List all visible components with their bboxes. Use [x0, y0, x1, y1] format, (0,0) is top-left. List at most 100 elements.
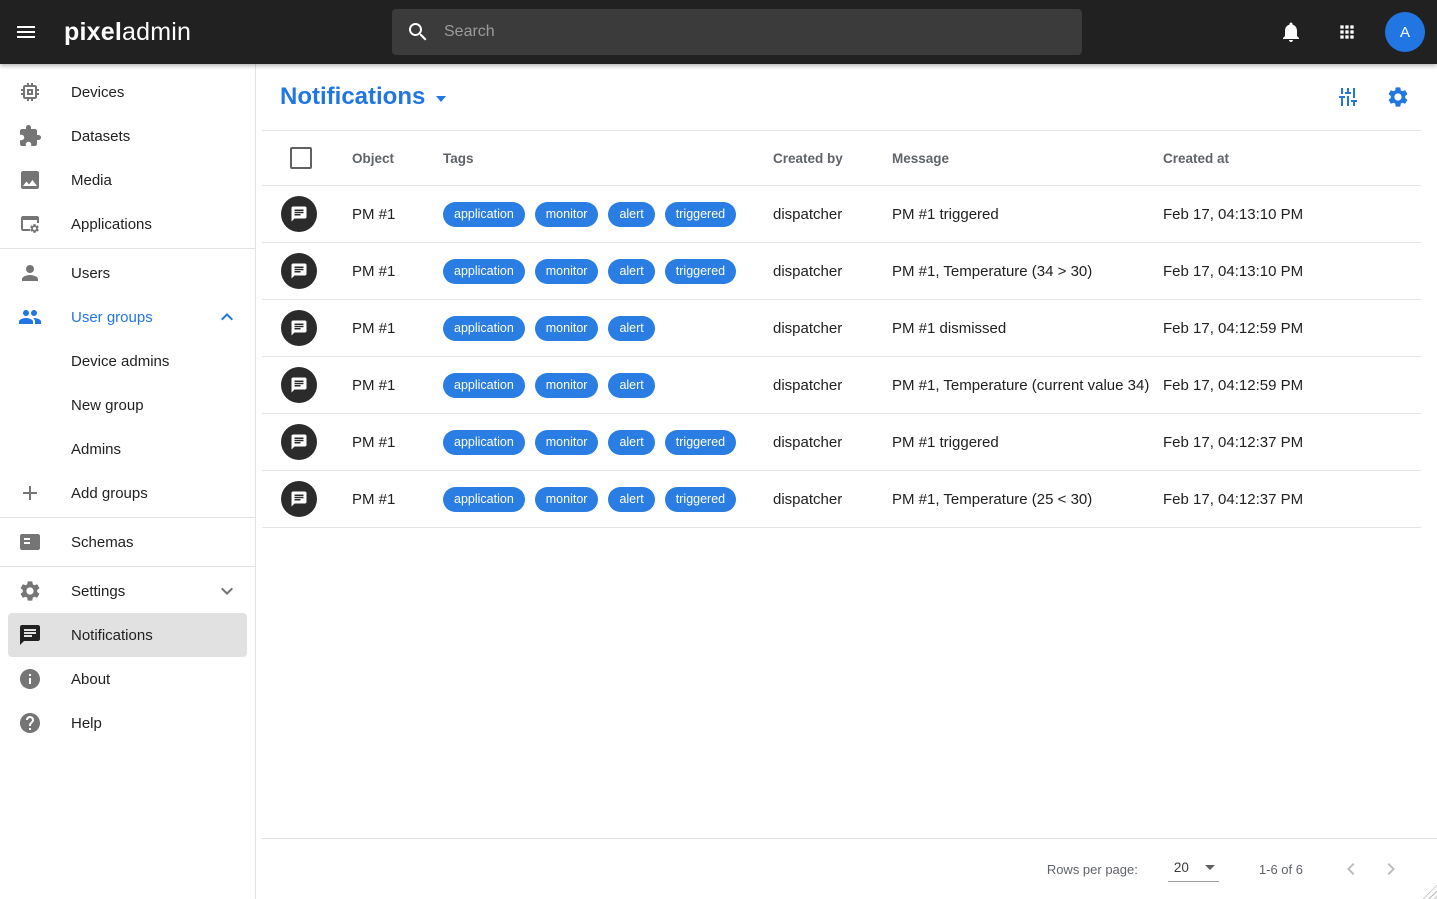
search-input[interactable]: [442, 22, 1068, 42]
table-row[interactable]: PM #1 application monitor alert triggered d…: [262, 471, 1421, 528]
sidebar-item-admins[interactable]: Admins: [0, 427, 255, 471]
rows-per-page-select[interactable]: 20: [1168, 857, 1219, 882]
sidebar-item-datasets[interactable]: Datasets: [0, 114, 255, 158]
message-circle-icon: [281, 196, 317, 232]
sidebar-item-users[interactable]: Users: [0, 251, 255, 295]
table-row[interactable]: PM #1 applicationmonitoralert dispatcher…: [262, 357, 1421, 414]
cell-object: PM #1: [352, 263, 443, 280]
person-icon: [18, 261, 42, 285]
search-icon: [406, 20, 430, 44]
cell-created-by: dispatcher: [773, 263, 892, 280]
sidebar-item-label: Devices: [71, 84, 124, 101]
sidebar-item-label: Users: [71, 265, 110, 282]
cell-created-at: Feb 17, 04:13:10 PM: [1163, 206, 1421, 223]
row-icon-cell: [262, 367, 352, 403]
tag-chip[interactable]: application: [443, 202, 525, 227]
chat-icon: [290, 490, 308, 508]
table-body: PM #1 application monitor alert triggered d…: [262, 186, 1421, 528]
table-settings-button[interactable]: [1385, 84, 1411, 110]
sidebar-item-label: Applications: [71, 216, 152, 233]
tag-chip[interactable]: triggered: [665, 487, 736, 512]
puzzle-icon: [18, 124, 42, 148]
avatar[interactable]: A: [1385, 12, 1425, 52]
row-icon-cell: [262, 253, 352, 289]
cell-message: PM #1 dismissed: [892, 320, 1163, 337]
tag-chip[interactable]: alert: [608, 430, 654, 455]
page-title[interactable]: Notifications: [280, 83, 446, 111]
sidebar-item-add-groups[interactable]: Add groups: [0, 471, 255, 515]
table-row[interactable]: PM #1 application monitor alert triggered d…: [262, 243, 1421, 300]
tag-chip[interactable]: application: [443, 316, 525, 341]
select-all-checkbox[interactable]: [290, 147, 312, 169]
table-row[interactable]: PM #1 applicationmonitoralerttriggered d…: [262, 186, 1421, 243]
sidebar-item-settings[interactable]: Settings: [0, 569, 255, 613]
sidebar-item-label: Device admins: [71, 353, 169, 370]
sidebar-item-devices[interactable]: Devices: [0, 70, 255, 114]
hamburger-icon: [14, 20, 38, 44]
sidebar-item-about[interactable]: About: [0, 657, 255, 701]
tag-chip[interactable]: monitor: [535, 259, 599, 284]
cell-object: PM #1: [352, 491, 443, 508]
chat-icon: [290, 205, 308, 223]
message-circle-icon: [281, 481, 317, 517]
tag-chip[interactable]: triggered: [665, 202, 736, 227]
tag-chip[interactable]: monitor: [535, 373, 599, 398]
sidebar-item-new-group[interactable]: New group: [0, 383, 255, 427]
menu-button[interactable]: [2, 8, 50, 56]
search-bar[interactable]: [392, 9, 1082, 55]
cell-message: PM #1 triggered: [892, 434, 1163, 451]
sidebar-item-user-groups[interactable]: User groups: [0, 295, 255, 339]
table-row[interactable]: PM #1 applicationmonitoralerttriggered d…: [262, 414, 1421, 471]
cell-created-by: dispatcher: [773, 377, 892, 394]
tag-chip[interactable]: monitor: [535, 430, 599, 455]
cell-created-at: Feb 17, 04:12:59 PM: [1163, 320, 1421, 337]
sidebar-item-media[interactable]: Media: [0, 158, 255, 202]
plus-icon: [18, 481, 42, 505]
topbar-actions: A: [1267, 0, 1425, 64]
notifications-bell-button[interactable]: [1267, 8, 1315, 56]
cell-created-by: dispatcher: [773, 434, 892, 451]
tag-chip[interactable]: monitor: [535, 202, 599, 227]
next-page-button[interactable]: [1371, 849, 1411, 889]
tag-chip[interactable]: monitor: [535, 316, 599, 341]
cell-created-by: dispatcher: [773, 491, 892, 508]
chevron-left-icon: [1339, 857, 1363, 881]
sidebar-item-label: Help: [71, 715, 102, 732]
notifications-table: Object Tags Created by Message Created a…: [262, 130, 1421, 528]
tag-chip[interactable]: alert: [608, 259, 654, 284]
table-row[interactable]: PM #1 applicationmonitoralert dispatcher…: [262, 300, 1421, 357]
tag-chip[interactable]: alert: [608, 202, 654, 227]
sidebar-divider: [0, 517, 255, 518]
prev-page-button[interactable]: [1331, 849, 1371, 889]
tag-chip[interactable]: alert: [608, 373, 654, 398]
tag-chip[interactable]: application: [443, 259, 525, 284]
tag-chip[interactable]: application: [443, 373, 525, 398]
rows-per-page-value: 20: [1174, 860, 1189, 875]
tag-chip[interactable]: triggered: [665, 259, 736, 284]
filter-tune-button[interactable]: [1335, 84, 1361, 110]
sidebar-item-applications[interactable]: Applications: [0, 202, 255, 246]
tag-chip[interactable]: alert: [608, 487, 654, 512]
sidebar-item-device-admins[interactable]: Device admins: [0, 339, 255, 383]
sidebar-item-notifications[interactable]: Notifications: [8, 613, 247, 657]
sidebar-item-label: New group: [71, 397, 144, 414]
sidebar-divider: [0, 248, 255, 249]
gear-icon: [18, 579, 42, 603]
tag-chip[interactable]: alert: [608, 316, 654, 341]
chevron-up-icon: [215, 305, 239, 329]
sidebar-item-schemas[interactable]: Schemas: [0, 520, 255, 564]
column-header-message: Message: [892, 151, 1163, 166]
tag-chip[interactable]: application: [443, 430, 525, 455]
chevron-right-icon: [1379, 857, 1403, 881]
sidebar-item-label: Schemas: [71, 534, 134, 551]
table-header-row: Object Tags Created by Message Created a…: [262, 131, 1421, 186]
tag-chip[interactable]: monitor: [535, 487, 599, 512]
tune-icon: [1336, 85, 1360, 109]
cell-tags: application monitor alert: [443, 373, 773, 398]
apps-grid-button[interactable]: [1323, 8, 1371, 56]
tag-chip[interactable]: application: [443, 487, 525, 512]
sidebar-divider: [0, 566, 255, 567]
tag-chip[interactable]: triggered: [665, 430, 736, 455]
sidebar-item-help[interactable]: Help: [0, 701, 255, 745]
cell-message: PM #1, Temperature (34 > 30): [892, 263, 1163, 280]
